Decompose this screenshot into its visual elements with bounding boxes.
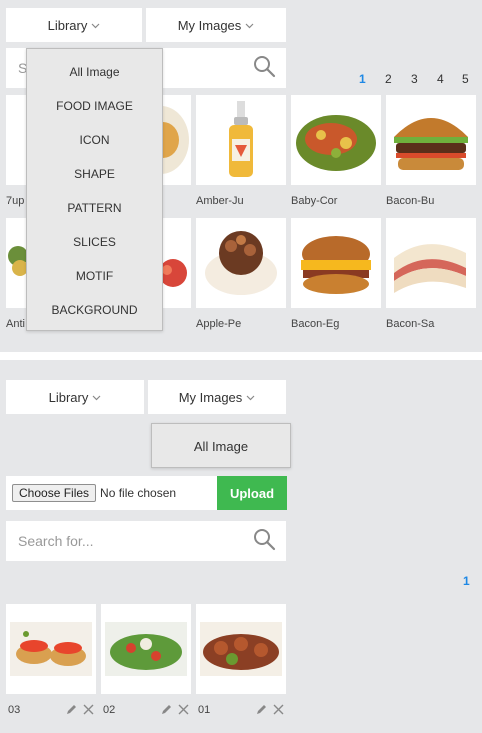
chevron-down-icon	[92, 393, 101, 402]
image-thumb-amber-juice[interactable]	[196, 95, 286, 185]
uploaded-image-thumb[interactable]	[6, 604, 96, 694]
menu-item-shape[interactable]: SHAPE	[27, 157, 162, 191]
chevron-down-icon	[245, 21, 254, 30]
chevron-down-icon	[91, 21, 100, 30]
page-2[interactable]: 2	[385, 72, 392, 86]
search-icon[interactable]	[252, 527, 276, 556]
upload-button[interactable]: Upload	[217, 476, 287, 510]
image-caption: Bacon-Sa	[386, 318, 435, 330]
library-tab-label: Library	[47, 17, 88, 33]
search-input[interactable]: Search for...	[6, 521, 286, 561]
page-1[interactable]: 1	[359, 72, 366, 86]
my-images-tab[interactable]: My Images	[148, 380, 286, 414]
file-status: No file chosen	[100, 486, 177, 500]
image-actions	[160, 703, 190, 716]
image-thumb-baby-corn[interactable]	[291, 95, 381, 185]
library-dropdown-menu: All Image FOOD IMAGE ICON SHAPE PATTERN …	[26, 48, 163, 331]
menu-item-pattern[interactable]: PATTERN	[27, 191, 162, 225]
delete-icon[interactable]	[272, 703, 285, 716]
library-tab-label: Library	[48, 389, 89, 405]
image-actions	[255, 703, 285, 716]
image-caption: Bacon-Bu	[386, 195, 435, 207]
image-caption: Apple-Pe	[196, 318, 242, 330]
image-caption: Bacon-Eg	[291, 318, 340, 330]
library-tab[interactable]: Library	[6, 8, 142, 42]
image-thumb-bacon-burger[interactable]	[386, 95, 476, 185]
menu-item-motif[interactable]: MOTIF	[27, 259, 162, 293]
image-thumb-apple-pecan[interactable]	[196, 218, 286, 308]
image-thumb-bacon-egg[interactable]	[291, 218, 381, 308]
uploaded-image-thumb[interactable]	[101, 604, 191, 694]
menu-item-food-image[interactable]: FOOD IMAGE	[27, 89, 162, 123]
menu-item-icon[interactable]: ICON	[27, 123, 162, 157]
pagination: 1	[0, 574, 482, 590]
page-4[interactable]: 4	[437, 72, 444, 86]
uploaded-image-thumb[interactable]	[196, 604, 286, 694]
edit-icon[interactable]	[65, 703, 78, 716]
chevron-down-icon	[246, 393, 255, 402]
page-3[interactable]: 3	[411, 72, 418, 86]
menu-item-slices[interactable]: SLICES	[27, 225, 162, 259]
my-images-tab-label: My Images	[178, 389, 243, 405]
page-5[interactable]: 5	[462, 72, 469, 86]
delete-icon[interactable]	[82, 703, 95, 716]
image-caption: Amber-Ju	[196, 195, 244, 207]
panel-divider	[0, 352, 482, 360]
image-thumb-bacon-sandwich[interactable]	[386, 218, 476, 308]
my-images-dropdown-menu: All Image	[151, 423, 291, 468]
my-images-tab[interactable]: My Images	[146, 8, 286, 42]
search-placeholder: Search for...	[18, 533, 94, 549]
page-1[interactable]: 1	[463, 574, 470, 588]
file-picker[interactable]: Choose Files No file chosen	[6, 476, 217, 510]
image-actions	[65, 703, 95, 716]
my-images-tab-label: My Images	[177, 17, 242, 33]
image-caption: Baby-Cor	[291, 195, 338, 207]
delete-icon[interactable]	[177, 703, 190, 716]
menu-item-all-image[interactable]: All Image	[152, 429, 290, 463]
library-tab[interactable]: Library	[6, 380, 144, 414]
menu-item-all-image[interactable]: All Image	[27, 55, 162, 89]
menu-item-background[interactable]: BACKGROUND	[27, 293, 162, 327]
edit-icon[interactable]	[160, 703, 173, 716]
edit-icon[interactable]	[255, 703, 268, 716]
choose-files-button[interactable]: Choose Files	[12, 484, 97, 502]
